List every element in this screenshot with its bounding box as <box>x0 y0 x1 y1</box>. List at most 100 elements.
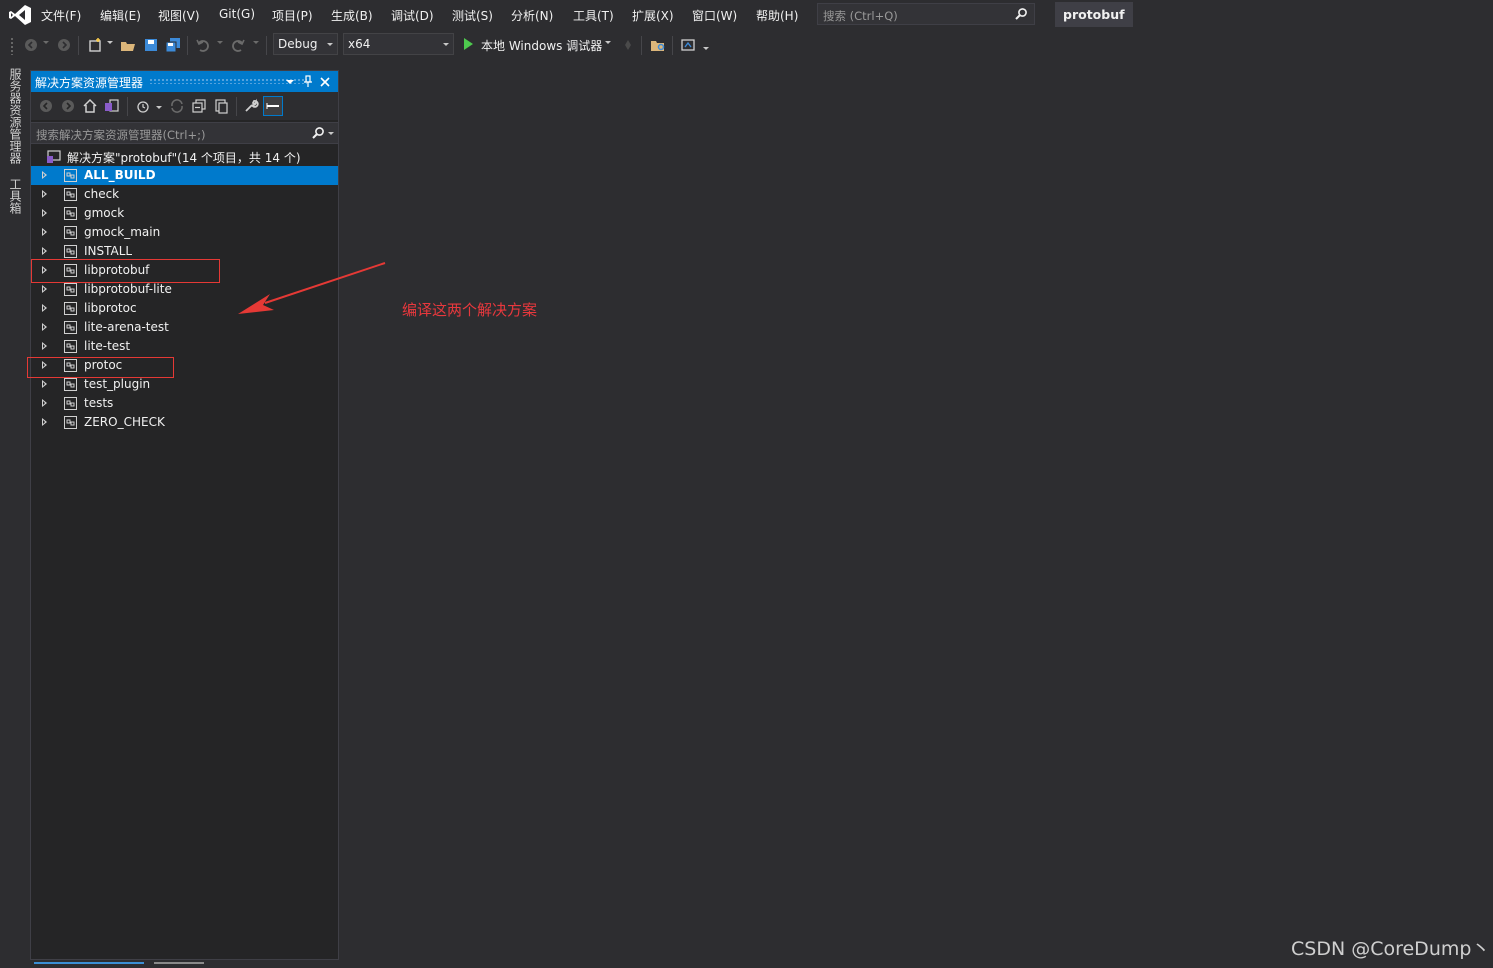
menu-project[interactable]: 项目(P) <box>272 7 313 24</box>
project-label: check <box>84 187 120 201</box>
solution-explorer-panel: 解决方案资源管理器 搜索解决方案资源管理器(Ctrl+;) 解决方案"proto… <box>30 70 339 960</box>
sync-icon[interactable] <box>169 98 185 114</box>
home-icon[interactable] <box>82 98 98 114</box>
save-all-icon[interactable] <box>165 37 181 53</box>
menu-edit[interactable]: 编辑(E) <box>100 7 141 24</box>
standard-toolbar: Debug x64 本地 Windows 调试器 <box>0 30 1493 60</box>
project-label: test_plugin <box>84 377 151 391</box>
expand-arrow-icon[interactable] <box>42 171 47 179</box>
toolbar-grip[interactable] <box>10 37 14 55</box>
annotation-text: 编译这两个解决方案 <box>402 301 538 319</box>
panel-options-dropdown-icon[interactable] <box>286 80 294 84</box>
menu-build[interactable]: 生成(B) <box>331 7 373 24</box>
hot-reload-icon[interactable] <box>620 37 636 53</box>
project-label: INSTALL <box>84 244 133 258</box>
panel-drag-grip[interactable] <box>149 78 307 84</box>
close-icon[interactable] <box>320 77 330 87</box>
find-in-files-icon[interactable] <box>650 37 666 53</box>
expand-arrow-icon[interactable] <box>42 247 47 255</box>
menu-debug[interactable]: 调试(D) <box>391 7 434 24</box>
project-node[interactable]: check <box>31 185 338 204</box>
filter-dropdown-icon[interactable] <box>156 106 162 109</box>
configuration-select[interactable]: Debug <box>273 33 338 55</box>
undo-icon[interactable] <box>195 37 211 53</box>
save-icon[interactable] <box>143 37 159 53</box>
project-node[interactable]: ALL_BUILD <box>31 166 338 185</box>
quick-search-input[interactable]: 搜索 (Ctrl+Q) <box>817 3 1035 25</box>
new-dropdown-icon[interactable] <box>107 41 113 45</box>
tab-server-explorer[interactable]: 服务器资源管理器 <box>7 68 24 164</box>
open-folder-icon[interactable] <box>120 37 136 53</box>
platform-select[interactable]: x64 <box>343 33 454 55</box>
project-label: tests <box>84 396 114 410</box>
redo-dropdown-icon[interactable] <box>253 41 259 45</box>
navigate-back-icon[interactable] <box>23 37 39 53</box>
preview-selected-items-button[interactable] <box>263 96 283 116</box>
menu-test[interactable]: 测试(S) <box>452 7 493 24</box>
project-label: gmock_main <box>84 225 161 239</box>
switch-views-icon[interactable] <box>104 98 120 114</box>
visual-studio-logo-icon[interactable] <box>8 4 32 26</box>
menu-view[interactable]: 视图(V) <box>158 7 200 24</box>
tab-solution-explorer-cut[interactable] <box>34 962 144 964</box>
expand-arrow-icon[interactable] <box>42 209 47 217</box>
new-project-icon[interactable] <box>87 37 103 53</box>
expand-arrow-icon[interactable] <box>42 228 47 236</box>
menu-analyze[interactable]: 分析(N) <box>511 7 553 24</box>
toolbar-separator <box>641 36 642 55</box>
tab-git-changes-cut[interactable] <box>154 962 204 964</box>
project-node[interactable]: ZERO_CHECK <box>31 413 338 432</box>
project-node[interactable]: gmock <box>31 204 338 223</box>
expand-arrow-icon[interactable] <box>42 304 47 312</box>
menu-tools[interactable]: 工具(T) <box>573 7 614 24</box>
expand-arrow-icon[interactable] <box>42 418 47 426</box>
platform-value: x64 <box>348 37 371 51</box>
expand-arrow-icon[interactable] <box>42 323 47 331</box>
menu-git[interactable]: Git(G) <box>219 7 255 21</box>
debug-target-dropdown-icon[interactable] <box>605 41 611 45</box>
expand-arrow-icon[interactable] <box>42 190 47 198</box>
panel-title-bar[interactable]: 解决方案资源管理器 <box>31 71 338 92</box>
collapse-all-icon[interactable] <box>191 98 207 114</box>
menu-window[interactable]: 窗口(W) <box>692 7 737 24</box>
solution-search-input[interactable]: 搜索解决方案资源管理器(Ctrl+;) <box>31 122 338 144</box>
expand-arrow-icon[interactable] <box>42 342 47 350</box>
panel-toolbar <box>31 92 338 120</box>
project-node[interactable]: gmock_main <box>31 223 338 242</box>
project-label: ZERO_CHECK <box>84 415 165 429</box>
highlight-box-libprotobuf <box>31 259 220 283</box>
project-node[interactable]: tests <box>31 394 338 413</box>
menu-file[interactable]: 文件(F) <box>41 7 81 24</box>
search-icon[interactable] <box>1014 7 1028 21</box>
project-label: lite-test <box>84 339 131 353</box>
pending-changes-filter-icon[interactable] <box>135 98 151 114</box>
menu-help[interactable]: 帮助(H) <box>756 7 798 24</box>
search-options-dropdown-icon[interactable] <box>328 132 334 135</box>
pin-icon[interactable] <box>303 75 313 88</box>
expand-arrow-icon[interactable] <box>42 399 47 407</box>
expand-arrow-icon[interactable] <box>42 285 47 293</box>
cmake-project-icon <box>64 283 77 296</box>
solution-node[interactable]: 解决方案"protobuf"(14 个项目，共 14 个) <box>31 147 338 166</box>
expand-arrow-icon[interactable] <box>42 380 47 388</box>
project-node[interactable]: lite-test <box>31 337 338 356</box>
toolbar-overflow-icon[interactable] <box>703 47 709 51</box>
panel-forward-icon[interactable] <box>60 98 76 114</box>
undo-dropdown-icon[interactable] <box>217 41 223 45</box>
panel-back-icon[interactable] <box>38 98 54 114</box>
solution-name-badge: protobuf <box>1055 2 1133 27</box>
window-layout-icon[interactable] <box>680 37 696 53</box>
side-tool-tabs: 服务器资源管理器 工具箱 <box>0 60 30 968</box>
chevron-down-icon <box>443 43 449 46</box>
cmake-project-icon <box>64 416 77 429</box>
menu-extensions[interactable]: 扩展(X) <box>632 7 674 24</box>
back-dropdown-icon[interactable] <box>43 41 49 45</box>
tab-toolbox[interactable]: 工具箱 <box>7 178 24 214</box>
project-node[interactable]: lite-arena-test <box>31 318 338 337</box>
search-icon[interactable] <box>311 126 325 140</box>
navigate-forward-icon[interactable] <box>56 37 72 53</box>
cmake-project-icon <box>64 226 77 239</box>
redo-icon[interactable] <box>230 37 246 53</box>
show-all-files-icon[interactable] <box>213 98 229 114</box>
properties-wrench-icon[interactable] <box>243 98 259 114</box>
